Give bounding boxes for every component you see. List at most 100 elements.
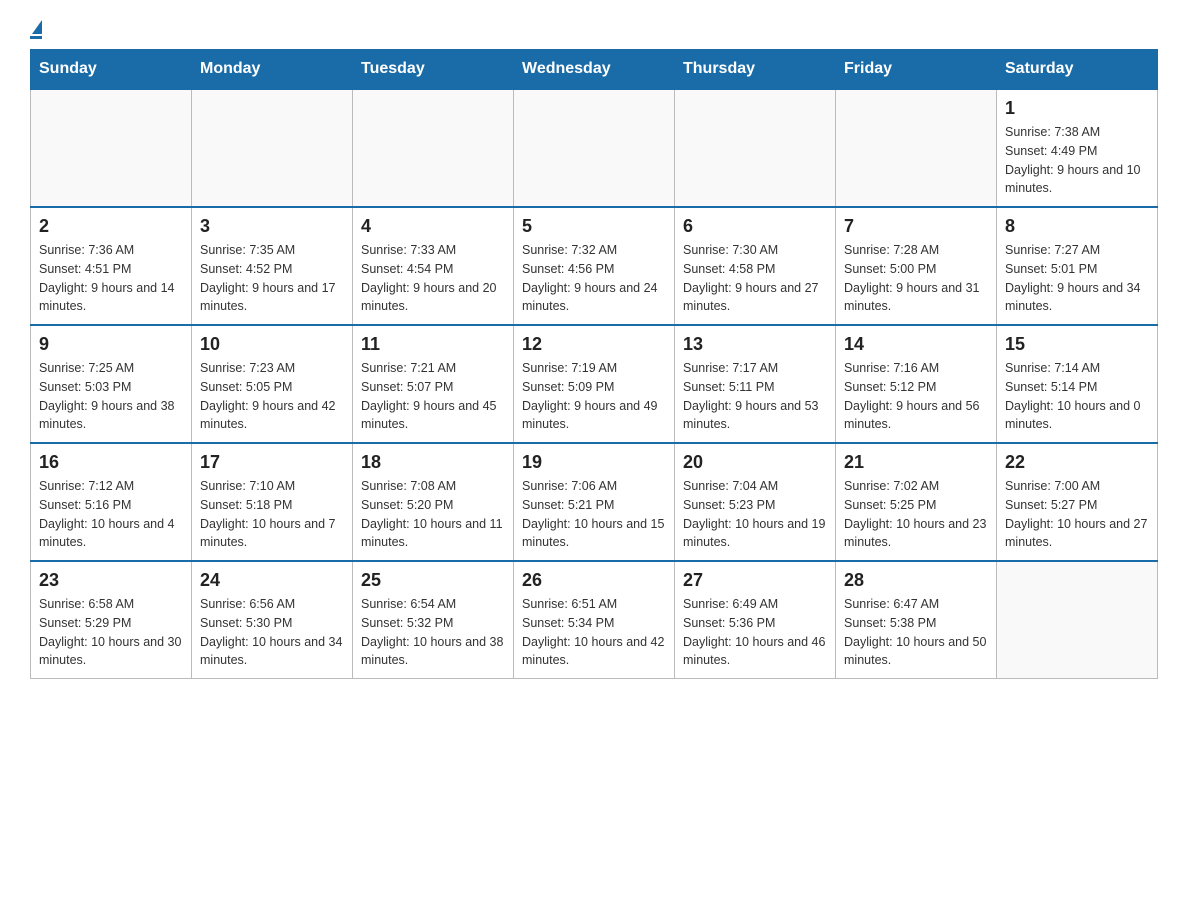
day-number: 22	[1005, 452, 1149, 473]
calendar-cell: 28 Sunrise: 6:47 AM Sunset: 5:38 PM Dayli…	[836, 561, 997, 679]
day-number: 20	[683, 452, 827, 473]
calendar-cell: 19 Sunrise: 7:06 AM Sunset: 5:21 PM Dayli…	[514, 443, 675, 561]
calendar-cell: 12 Sunrise: 7:19 AM Sunset: 5:09 PM Dayli…	[514, 325, 675, 443]
day-info: Sunrise: 7:35 AM Sunset: 4:52 PM Dayligh…	[200, 241, 344, 316]
day-info: Sunrise: 6:51 AM Sunset: 5:34 PM Dayligh…	[522, 595, 666, 670]
day-info: Sunrise: 7:21 AM Sunset: 5:07 PM Dayligh…	[361, 359, 505, 434]
calendar-cell: 11 Sunrise: 7:21 AM Sunset: 5:07 PM Dayli…	[353, 325, 514, 443]
day-info: Sunrise: 7:33 AM Sunset: 4:54 PM Dayligh…	[361, 241, 505, 316]
day-info: Sunrise: 6:56 AM Sunset: 5:30 PM Dayligh…	[200, 595, 344, 670]
calendar-cell: 23 Sunrise: 6:58 AM Sunset: 5:29 PM Dayli…	[31, 561, 192, 679]
day-number: 15	[1005, 334, 1149, 355]
day-info: Sunrise: 7:14 AM Sunset: 5:14 PM Dayligh…	[1005, 359, 1149, 434]
day-info: Sunrise: 7:19 AM Sunset: 5:09 PM Dayligh…	[522, 359, 666, 434]
day-number: 12	[522, 334, 666, 355]
day-info: Sunrise: 7:16 AM Sunset: 5:12 PM Dayligh…	[844, 359, 988, 434]
day-number: 6	[683, 216, 827, 237]
calendar-cell	[997, 561, 1158, 679]
calendar-week-5: 23 Sunrise: 6:58 AM Sunset: 5:29 PM Dayli…	[31, 561, 1158, 679]
day-info: Sunrise: 6:54 AM Sunset: 5:32 PM Dayligh…	[361, 595, 505, 670]
day-info: Sunrise: 7:06 AM Sunset: 5:21 PM Dayligh…	[522, 477, 666, 552]
calendar-cell: 2Sunrise: 7:36 AM Sunset: 4:51 PM Daylig…	[31, 207, 192, 325]
day-number: 9	[39, 334, 183, 355]
day-number: 24	[200, 570, 344, 591]
calendar-cell: 14 Sunrise: 7:16 AM Sunset: 5:12 PM Dayli…	[836, 325, 997, 443]
header-row: SundayMondayTuesdayWednesdayThursdayFrid…	[31, 50, 1158, 90]
day-number: 7	[844, 216, 988, 237]
page-header	[30, 20, 1158, 39]
day-number: 3	[200, 216, 344, 237]
calendar-week-3: 9 Sunrise: 7:25 AM Sunset: 5:03 PM Daylig…	[31, 325, 1158, 443]
calendar-cell: 20 Sunrise: 7:04 AM Sunset: 5:23 PM Dayli…	[675, 443, 836, 561]
calendar-cell: 25 Sunrise: 6:54 AM Sunset: 5:32 PM Dayli…	[353, 561, 514, 679]
day-info: Sunrise: 6:47 AM Sunset: 5:38 PM Dayligh…	[844, 595, 988, 670]
day-info: Sunrise: 7:02 AM Sunset: 5:25 PM Dayligh…	[844, 477, 988, 552]
calendar-cell: 21 Sunrise: 7:02 AM Sunset: 5:25 PM Dayli…	[836, 443, 997, 561]
calendar-cell: 6 Sunrise: 7:30 AM Sunset: 4:58 PM Daylig…	[675, 207, 836, 325]
calendar-week-4: 16 Sunrise: 7:12 AM Sunset: 5:16 PM Dayli…	[31, 443, 1158, 561]
calendar-cell	[192, 89, 353, 207]
header-day-tuesday: Tuesday	[353, 50, 514, 90]
header-day-sunday: Sunday	[31, 50, 192, 90]
day-info: Sunrise: 7:10 AM Sunset: 5:18 PM Dayligh…	[200, 477, 344, 552]
day-number: 21	[844, 452, 988, 473]
calendar-cell	[836, 89, 997, 207]
calendar-cell: 27Sunrise: 6:49 AM Sunset: 5:36 PM Dayli…	[675, 561, 836, 679]
calendar-cell: 4 Sunrise: 7:33 AM Sunset: 4:54 PM Daylig…	[353, 207, 514, 325]
calendar-cell: 22 Sunrise: 7:00 AM Sunset: 5:27 PM Dayli…	[997, 443, 1158, 561]
day-info: Sunrise: 7:30 AM Sunset: 4:58 PM Dayligh…	[683, 241, 827, 316]
calendar-cell: 3 Sunrise: 7:35 AM Sunset: 4:52 PM Daylig…	[192, 207, 353, 325]
day-info: Sunrise: 7:12 AM Sunset: 5:16 PM Dayligh…	[39, 477, 183, 552]
day-info: Sunrise: 6:58 AM Sunset: 5:29 PM Dayligh…	[39, 595, 183, 670]
day-number: 13	[683, 334, 827, 355]
calendar-cell	[514, 89, 675, 207]
day-number: 11	[361, 334, 505, 355]
calendar-table: SundayMondayTuesdayWednesdayThursdayFrid…	[30, 49, 1158, 679]
calendar-cell: 7Sunrise: 7:28 AM Sunset: 5:00 PM Daylig…	[836, 207, 997, 325]
logo-triangle-icon	[32, 20, 42, 34]
day-number: 16	[39, 452, 183, 473]
calendar-cell	[353, 89, 514, 207]
calendar-cell: 17Sunrise: 7:10 AM Sunset: 5:18 PM Dayli…	[192, 443, 353, 561]
calendar-cell: 16 Sunrise: 7:12 AM Sunset: 5:16 PM Dayli…	[31, 443, 192, 561]
calendar-cell: 8 Sunrise: 7:27 AM Sunset: 5:01 PM Daylig…	[997, 207, 1158, 325]
day-number: 26	[522, 570, 666, 591]
day-number: 14	[844, 334, 988, 355]
day-info: Sunrise: 7:25 AM Sunset: 5:03 PM Dayligh…	[39, 359, 183, 434]
day-number: 19	[522, 452, 666, 473]
logo-line	[30, 36, 42, 39]
day-number: 23	[39, 570, 183, 591]
calendar-cell: 1 Sunrise: 7:38 AM Sunset: 4:49 PM Daylig…	[997, 89, 1158, 207]
logo	[30, 20, 42, 39]
day-number: 4	[361, 216, 505, 237]
header-day-friday: Friday	[836, 50, 997, 90]
calendar-header: SundayMondayTuesdayWednesdayThursdayFrid…	[31, 50, 1158, 90]
day-number: 2	[39, 216, 183, 237]
calendar-cell	[675, 89, 836, 207]
calendar-cell: 10Sunrise: 7:23 AM Sunset: 5:05 PM Dayli…	[192, 325, 353, 443]
header-day-monday: Monday	[192, 50, 353, 90]
header-day-saturday: Saturday	[997, 50, 1158, 90]
day-info: Sunrise: 7:04 AM Sunset: 5:23 PM Dayligh…	[683, 477, 827, 552]
day-number: 18	[361, 452, 505, 473]
day-number: 25	[361, 570, 505, 591]
day-info: Sunrise: 7:00 AM Sunset: 5:27 PM Dayligh…	[1005, 477, 1149, 552]
day-number: 1	[1005, 98, 1149, 119]
day-number: 28	[844, 570, 988, 591]
calendar-cell: 26 Sunrise: 6:51 AM Sunset: 5:34 PM Dayli…	[514, 561, 675, 679]
calendar-cell: 24 Sunrise: 6:56 AM Sunset: 5:30 PM Dayli…	[192, 561, 353, 679]
day-info: Sunrise: 6:49 AM Sunset: 5:36 PM Dayligh…	[683, 595, 827, 670]
day-info: Sunrise: 7:23 AM Sunset: 5:05 PM Dayligh…	[200, 359, 344, 434]
calendar-cell: 15 Sunrise: 7:14 AM Sunset: 5:14 PM Dayli…	[997, 325, 1158, 443]
day-number: 5	[522, 216, 666, 237]
day-number: 8	[1005, 216, 1149, 237]
day-info: Sunrise: 7:17 AM Sunset: 5:11 PM Dayligh…	[683, 359, 827, 434]
day-info: Sunrise: 7:27 AM Sunset: 5:01 PM Dayligh…	[1005, 241, 1149, 316]
header-day-thursday: Thursday	[675, 50, 836, 90]
calendar-cell: 13 Sunrise: 7:17 AM Sunset: 5:11 PM Dayli…	[675, 325, 836, 443]
day-info: Sunrise: 7:38 AM Sunset: 4:49 PM Dayligh…	[1005, 123, 1149, 198]
calendar-body: 1 Sunrise: 7:38 AM Sunset: 4:49 PM Daylig…	[31, 89, 1158, 679]
calendar-cell: 9 Sunrise: 7:25 AM Sunset: 5:03 PM Daylig…	[31, 325, 192, 443]
header-day-wednesday: Wednesday	[514, 50, 675, 90]
page: SundayMondayTuesdayWednesdayThursdayFrid…	[0, 0, 1188, 699]
